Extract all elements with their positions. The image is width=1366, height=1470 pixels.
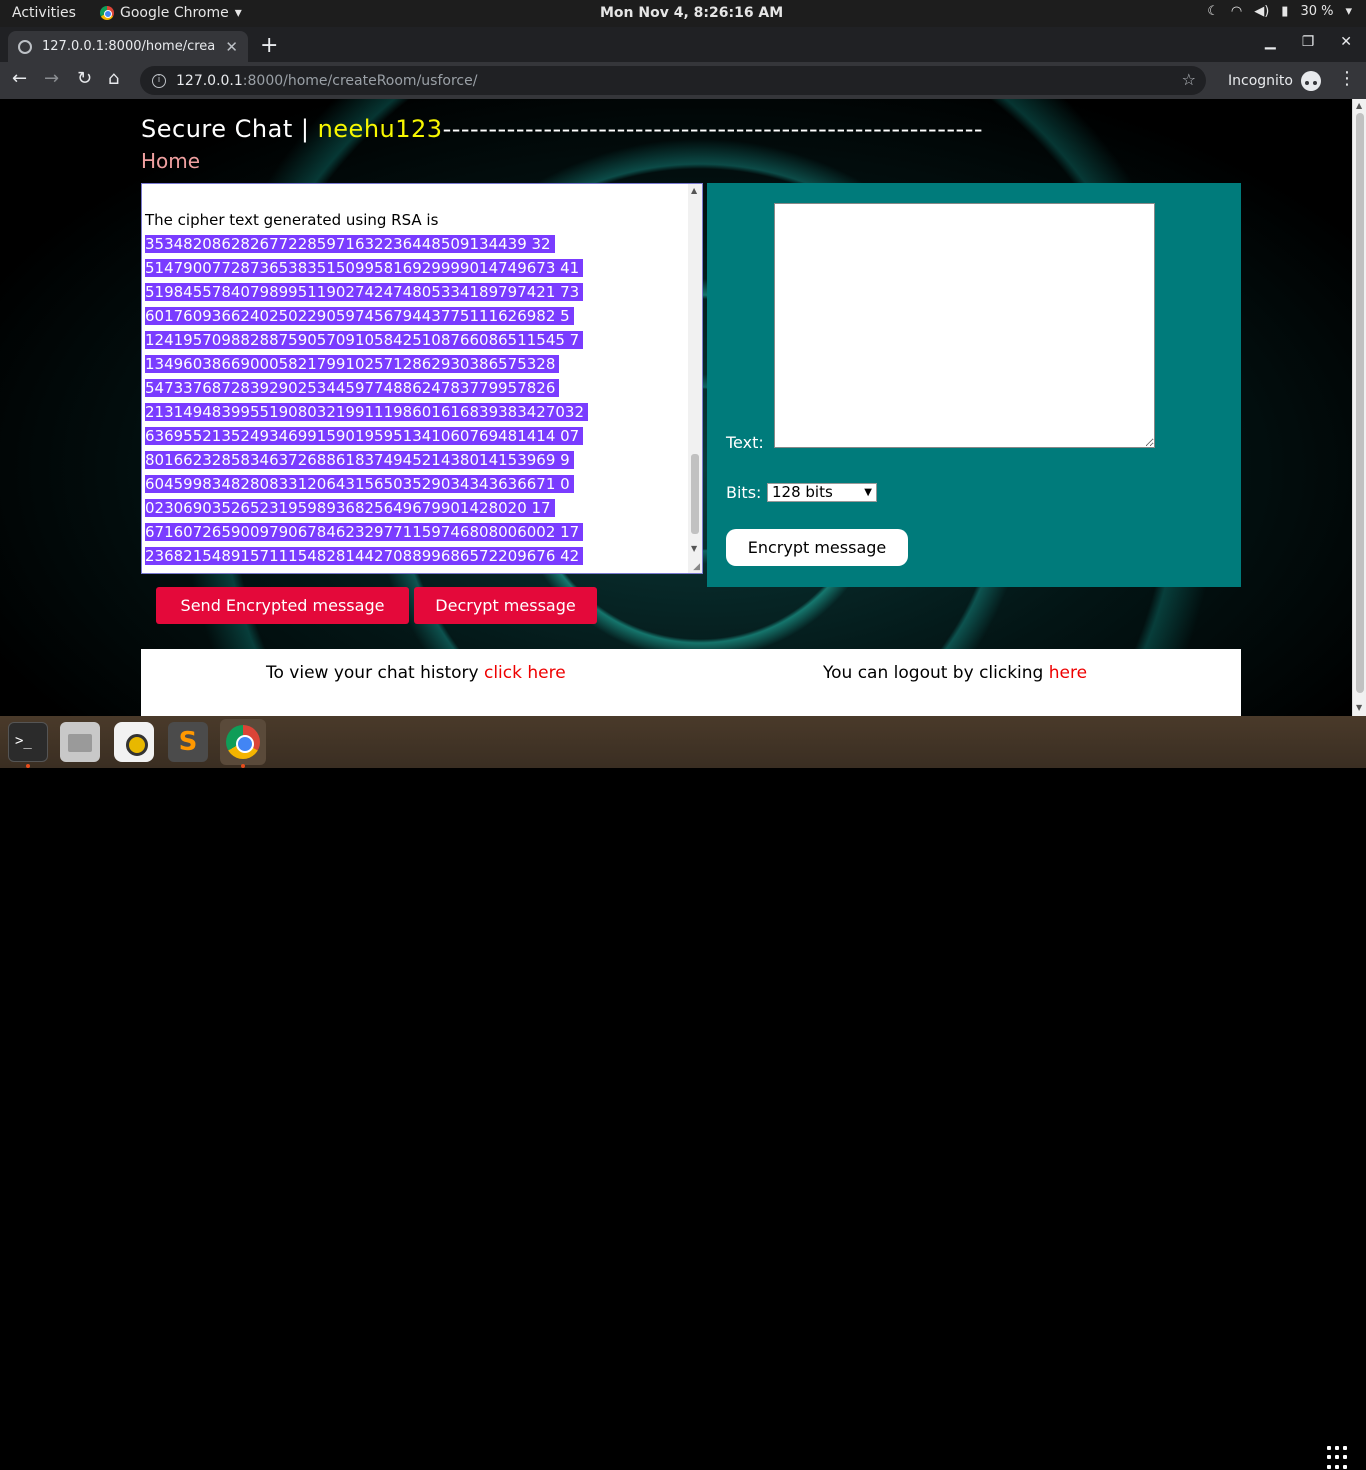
history-link[interactable]: click here xyxy=(484,663,566,683)
cipher-line: 5147900772873653835150995816929999014749… xyxy=(145,259,584,277)
activities-button[interactable]: Activities xyxy=(12,5,76,21)
app-menu[interactable]: Google Chrome ▾ xyxy=(100,5,242,21)
cipher-content: The cipher text generated using RSA is 3… xyxy=(145,208,685,568)
files-icon[interactable] xyxy=(60,722,100,762)
close-tab-icon[interactable]: ✕ xyxy=(225,38,238,56)
rhythmbox-icon[interactable] xyxy=(114,722,154,762)
cipher-line: 2368215489157111548281442708899686572209… xyxy=(145,547,584,565)
reload-icon[interactable]: ↻ xyxy=(77,68,92,89)
scroll-up-icon[interactable]: ▲ xyxy=(1356,101,1362,110)
encrypt-button[interactable]: Encrypt message xyxy=(726,529,908,566)
title-divider: ----------------------------------------… xyxy=(442,115,984,143)
cipher-textarea[interactable]: The cipher text generated using RSA is 3… xyxy=(141,183,703,574)
dock: >_ S xyxy=(0,716,1366,1469)
dropdown-arrow-icon: ▼ xyxy=(864,487,872,498)
textarea-scrollbar[interactable]: ▲ ▼ xyxy=(688,184,702,573)
battery-percent: 30 % xyxy=(1300,4,1334,19)
incognito-label: Incognito xyxy=(1228,73,1293,89)
volume-icon: ◀) xyxy=(1254,4,1270,19)
username: neehu123 xyxy=(317,115,443,143)
close-window-icon[interactable]: ✕ xyxy=(1340,34,1352,50)
text-label: Text: xyxy=(726,433,764,452)
page-scroll-thumb[interactable] xyxy=(1356,113,1364,693)
home-icon[interactable]: ⌂ xyxy=(108,68,119,89)
cipher-line: 2131494839955190803219911198601616839383… xyxy=(145,403,588,421)
forward-icon[interactable]: → xyxy=(44,68,59,89)
chrome-icon xyxy=(100,6,114,20)
minimize-icon[interactable]: ▁ xyxy=(1265,34,1276,50)
cipher-line: 3534820862826772285971632236448509134439… xyxy=(145,235,555,253)
bookmark-star-icon[interactable]: ☆ xyxy=(1182,70,1196,89)
bits-label: Bits: xyxy=(726,483,762,502)
system-top-bar: Activities Google Chrome ▾ Mon Nov 4, 8:… xyxy=(0,0,1366,27)
cipher-line: 1349603866900058217991025712862930386575… xyxy=(145,355,560,373)
browser-tab[interactable]: 127.0.0.1:8000/home/crea ✕ xyxy=(8,31,248,62)
chevron-down-icon: ▾ xyxy=(234,5,242,21)
terminal-icon[interactable]: >_ xyxy=(8,722,48,762)
tab-title: 127.0.0.1:8000/home/crea xyxy=(42,39,216,54)
chrome-dock-icon[interactable] xyxy=(220,719,266,765)
send-encrypted-button[interactable]: Send Encrypted message xyxy=(156,587,409,624)
footer: To view your chat history click here You… xyxy=(141,649,1241,716)
more-menu-icon[interactable]: ⋮ xyxy=(1338,68,1356,89)
plaintext-input[interactable] xyxy=(774,203,1155,448)
chevron-down-icon: ▾ xyxy=(1345,4,1352,19)
cipher-line: 0230690352652319598936825649679901428020… xyxy=(145,499,555,517)
bits-selected-value: 128 bits xyxy=(772,483,833,501)
cipher-line: 6369552135249346991590195951341060769481… xyxy=(145,427,584,445)
url-host: 127.0.0.1 xyxy=(176,72,243,89)
cipher-line: 6716072659009790678462329771159746808006… xyxy=(145,523,584,541)
globe-icon xyxy=(18,39,32,54)
clock[interactable]: Mon Nov 4, 8:26:16 AM xyxy=(600,5,783,21)
night-light-icon: ☾ xyxy=(1207,4,1219,19)
resize-handle-icon[interactable]: ◢ xyxy=(693,562,700,572)
show-applications-icon[interactable] xyxy=(1327,1446,1351,1470)
bits-select[interactable]: 128 bits ▼ xyxy=(767,483,877,502)
encrypt-panel: Text: Bits: 128 bits ▼ Encrypt message xyxy=(707,183,1241,587)
page-title: Secure Chat | neehu123------------------… xyxy=(141,115,983,143)
url-path: :8000/home/createRoom/usforce/ xyxy=(242,72,478,89)
decrypt-button[interactable]: Decrypt message xyxy=(414,587,597,624)
wifi-icon: ◠ xyxy=(1230,4,1243,19)
site-info-icon[interactable]: i xyxy=(152,73,166,88)
cipher-line: 1241957098828875905709105842510876608651… xyxy=(145,331,584,349)
scroll-up-icon[interactable]: ▲ xyxy=(691,186,697,195)
page-scrollbar[interactable]: ▲ ▼ xyxy=(1352,99,1366,716)
brand-title: Secure Chat | xyxy=(141,115,318,143)
cipher-line: 5198455784079899511902742474805334189797… xyxy=(145,283,584,301)
window-controls: ▁ ❐ ✕ xyxy=(1265,34,1352,50)
cipher-line: 8016623285834637268861837494521438014153… xyxy=(145,451,574,469)
incognito-icon xyxy=(1300,71,1321,91)
chrome-icon xyxy=(226,725,260,759)
scroll-down-icon[interactable]: ▼ xyxy=(1356,703,1362,712)
history-text: To view your chat history click here xyxy=(266,663,566,683)
scroll-down-icon[interactable]: ▼ xyxy=(691,544,697,553)
history-label: To view your chat history xyxy=(266,663,484,683)
running-indicator xyxy=(26,764,30,768)
sublime-text-icon[interactable]: S xyxy=(168,722,208,762)
battery-icon: ▮ xyxy=(1281,4,1289,19)
logout-label: You can logout by clicking xyxy=(823,663,1049,683)
running-indicator xyxy=(241,764,245,768)
cipher-intro: The cipher text generated using RSA is xyxy=(145,211,439,229)
home-link[interactable]: Home xyxy=(141,149,200,173)
restore-icon[interactable]: ❐ xyxy=(1302,34,1315,50)
cipher-line: 6045998348280833120643156503529034343636… xyxy=(145,475,574,493)
logout-link[interactable]: here xyxy=(1049,663,1087,683)
cipher-line: 6017609366240250229059745679443775111626… xyxy=(145,307,574,325)
textarea-scroll-thumb[interactable] xyxy=(691,454,699,534)
page-viewport: Secure Chat | neehu123------------------… xyxy=(0,99,1352,716)
tab-strip: 127.0.0.1:8000/home/crea ✕ + ▁ ❐ ✕ xyxy=(0,27,1366,62)
cipher-line: 5473376872839290253445977488624783779957… xyxy=(145,379,560,397)
back-icon[interactable]: ← xyxy=(12,68,27,89)
browser-toolbar: ← → ↻ ⌂ i 127.0.0.1:8000/home/createRoom… xyxy=(0,62,1366,99)
incognito-indicator: Incognito xyxy=(1228,71,1321,91)
new-tab-button[interactable]: + xyxy=(260,33,278,58)
app-menu-label: Google Chrome xyxy=(120,5,229,21)
logout-text: You can logout by clicking here xyxy=(823,663,1087,683)
address-bar[interactable]: i 127.0.0.1:8000/home/createRoom/usforce… xyxy=(140,66,1206,95)
system-tray[interactable]: ☾ ◠ ◀) ▮ 30 % ▾ xyxy=(1207,4,1352,19)
